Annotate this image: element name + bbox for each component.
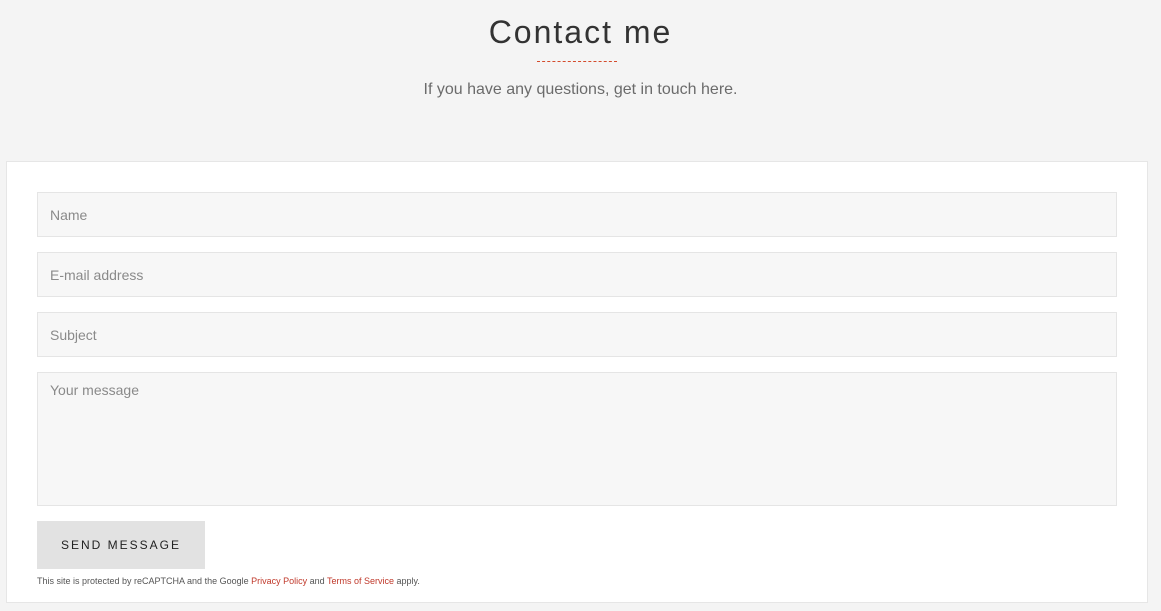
page-subtitle: If you have any questions, get in touch …: [423, 81, 738, 98]
recaptcha-middle: and: [307, 576, 327, 586]
terms-of-service-link[interactable]: Terms of Service: [327, 576, 394, 586]
page-title: Contact me: [488, 14, 673, 50]
recaptcha-suffix: apply.: [394, 576, 420, 586]
title-divider: [537, 61, 617, 62]
privacy-policy-link[interactable]: Privacy Policy: [251, 576, 307, 586]
subject-input[interactable]: [37, 312, 1117, 357]
recaptcha-notice: This site is protected by reCAPTCHA and …: [37, 575, 420, 587]
email-input[interactable]: [37, 252, 1117, 297]
message-textarea[interactable]: [37, 372, 1117, 506]
send-message-button[interactable]: SEND MESSAGE: [37, 521, 205, 569]
contact-header: Contact me If you have any questions, ge…: [0, 0, 1161, 160]
name-input[interactable]: [37, 192, 1117, 237]
contact-form: SEND MESSAGE This site is protected by r…: [6, 161, 1148, 603]
recaptcha-prefix: This site is protected by reCAPTCHA and …: [37, 576, 252, 586]
